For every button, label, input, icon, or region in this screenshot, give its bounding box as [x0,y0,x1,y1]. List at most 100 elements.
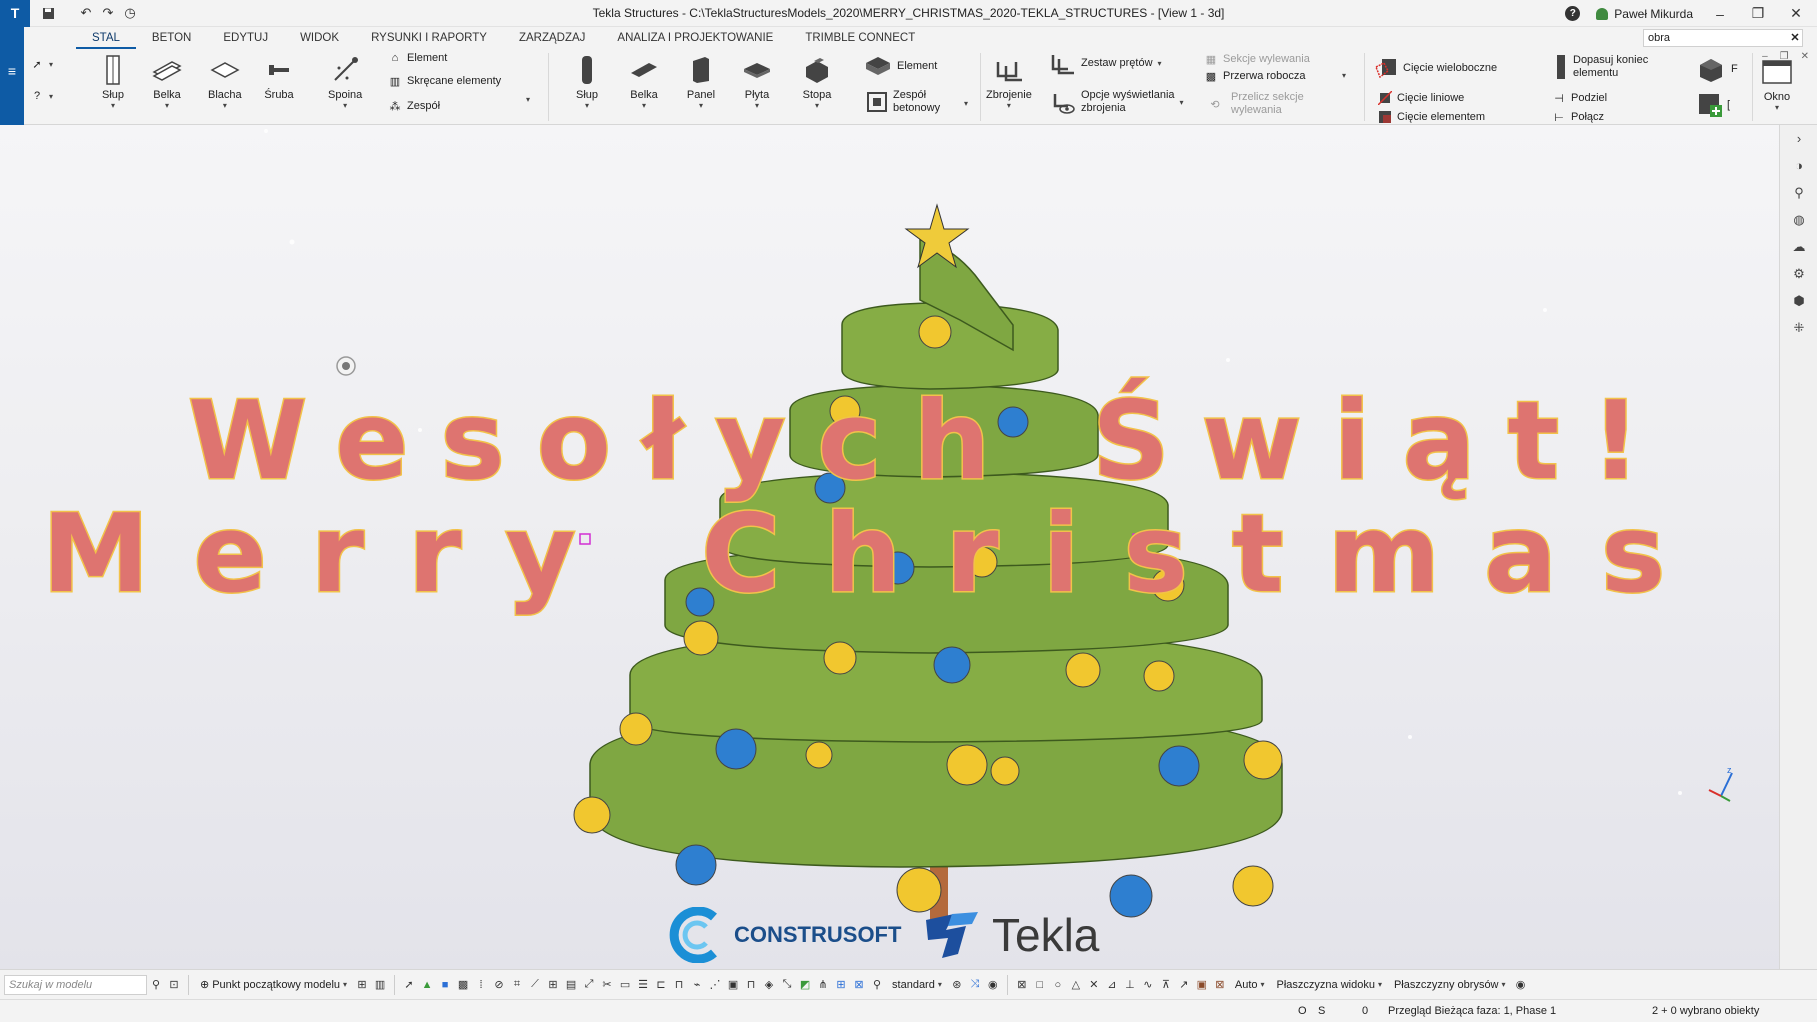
command-search-input[interactable]: obra ✕ [1643,29,1803,47]
snap-depth-select[interactable]: Auto ▾ [1229,979,1271,991]
steel-column-button[interactable]: Słup ▾ [98,55,128,110]
select-cuts-icon[interactable]: ⤢ [580,976,598,994]
view-eye-icon[interactable]: ◉ [1512,976,1530,994]
hamburger-icon[interactable]: ≡ [0,63,24,79]
model-search-input[interactable]: Szukaj w modelu [4,974,147,995]
snap-intersection-icon[interactable]: ✕ [1085,976,1103,994]
rebar-set-button[interactable]: Zestaw prętów ▾ [1050,51,1162,75]
select-details-icon[interactable]: ⊓ [670,976,688,994]
snap-override-icon[interactable]: ⤨ [966,976,984,994]
select-all-icon[interactable]: ➚ [400,976,418,994]
select-points-icon[interactable]: ⋰ [706,976,724,994]
snap-nearest-icon[interactable]: ∿ [1139,976,1157,994]
snap-perpendicular-icon[interactable]: ⊿ [1103,976,1121,994]
fit-part-end-button[interactable]: Dopasuj koniec elementu [1554,53,1648,81]
visibility-icon[interactable]: ◉ [984,976,1002,994]
close-button[interactable]: ✕ [1785,5,1807,22]
snap-center-icon[interactable]: ○ [1049,976,1067,994]
help-icon[interactable]: ? [1565,6,1581,21]
more-tools-a-button[interactable]: F [1696,55,1738,83]
snap-plane-icon[interactable]: ▥ [371,976,389,994]
restore-button[interactable]: ❐ [1747,5,1769,22]
doc-restore-button[interactable]: ❐ [1780,51,1789,62]
cloud-icon[interactable]: ☁ [1780,233,1817,260]
select-reference-icon[interactable]: ▤ [562,976,580,994]
model-origin-select[interactable]: ⊕ Punkt początkowy modelu ▾ [194,978,353,992]
select-components-icon[interactable]: ⊞ [544,976,562,994]
tab-analiza[interactable]: ANALIZA I PROJEKTOWANIE [601,27,789,49]
split-button[interactable]: ⊣ Podziel [1552,91,1607,105]
model-view-3d[interactable]: z Wesołych Świąt! Merry Christmas CONSTR… [0,125,1779,969]
pour-break-button[interactable]: ▩ Przerwa robocza [1204,69,1306,83]
bolted-parts-button[interactable]: ▥ Skręcane elementy [388,74,501,88]
line-cut-button[interactable]: Cięcie liniowe [1378,91,1464,105]
globe-icon[interactable]: ◍ [1780,206,1817,233]
part-cut-button[interactable]: Cięcie elementem [1378,110,1485,124]
doc-close-button[interactable]: ✕ [1801,51,1809,62]
snap-any-icon[interactable]: ⊼ [1157,976,1175,994]
cast-unit-button[interactable]: Zespół betonowy [866,89,940,115]
steel-part-button[interactable]: ⌂ Element [388,51,448,65]
snap-extension-icon[interactable]: ↗ [1175,976,1193,994]
tab-trimble-connect[interactable]: TRIMBLE CONNECT [789,27,931,49]
snap-settings-icon[interactable]: ⊛ [948,976,966,994]
user-account[interactable]: Paweł Mikurda [1596,7,1693,21]
settings-icon[interactable]: ⚙ [1780,260,1817,287]
object-cube-icon[interactable]: ⬢ [1780,287,1817,314]
window-button[interactable]: Okno ▾ [1762,57,1792,112]
tab-edytuj[interactable]: EDYTUJ [207,27,284,49]
tab-zarzadzaj[interactable]: ZARZĄDZAJ [503,27,601,49]
search-icon[interactable]: ⚲ [147,976,165,994]
pour-break-dropdown[interactable]: ▾ [1342,71,1346,80]
select-connections-icon[interactable]: ⊏ [652,976,670,994]
select-lines-icon[interactable]: ⟋ [526,976,544,994]
tekla-app-icon[interactable]: T [0,0,30,27]
select-grids-icon[interactable]: ⌗ [508,976,526,994]
snap-grid-icon[interactable]: ⊞ [353,976,371,994]
select-surfaces-icon[interactable]: ■ [436,976,454,994]
concrete-column-button[interactable]: Słup ▾ [572,55,602,110]
steel-assembly-button[interactable]: ⁂ Zespół [388,99,441,113]
concrete-part-button[interactable]: Element [864,55,937,77]
select-assemblies-icon[interactable]: ▭ [616,976,634,994]
snap-reference-icon[interactable]: ⊠ [1013,976,1031,994]
select-markers-icon[interactable]: ⋔ [814,976,832,994]
weld-button[interactable]: Spoina ▾ [328,55,362,110]
select-bolts-icon[interactable]: ⁞ [472,976,490,994]
concrete-beam-button[interactable]: Belka ▾ [629,55,659,110]
clear-search-icon[interactable]: ✕ [1788,30,1802,46]
more-tools-b-button[interactable]: [ [1698,93,1730,117]
steel-beam-button[interactable]: Belka ▾ [152,55,182,110]
save-icon[interactable] [40,5,56,21]
select-welds-icon[interactable]: ▩ [454,976,472,994]
select-rebars-icon[interactable]: ⊘ [490,976,508,994]
view-plane-select[interactable]: Płaszczyzna widoku ▾ [1271,979,1388,991]
doc-minimize-button[interactable]: – [1762,51,1768,62]
advanced-search-icon[interactable]: ⊡ [165,976,183,994]
tab-stal[interactable]: STAL [76,27,136,49]
bolt-button[interactable]: Śruba [264,55,294,101]
select-views-icon[interactable]: ◩ [796,976,814,994]
rebar-display-options-button[interactable]: Opcje wyświetlania zbrojenia ▾ [1052,89,1184,115]
model-search-icon[interactable]: ⚲ [1780,179,1817,206]
help-tool[interactable]: ? ▾ [30,89,53,103]
outline-planes-select[interactable]: Płaszczyzny obrysów ▾ [1388,979,1512,991]
cast-unit-dropdown[interactable]: ▾ [964,99,968,108]
select-loads-icon[interactable]: ⌁ [688,976,706,994]
redo-icon[interactable]: ↷ [100,5,116,21]
polygon-cut-button[interactable]: Cięcie wieloboczne [1374,57,1497,79]
recalculate-pour-button[interactable]: ⟲ Przelicz sekcje wylewania [1204,91,1303,117]
select-rebar-sets-icon[interactable]: ⊓ [742,976,760,994]
select-tool[interactable]: ➚ ▾ [30,57,53,71]
panel-button[interactable]: Panel ▾ [686,55,716,110]
select-analysis-icon[interactable]: ▣ [724,976,742,994]
select-ref-objects-icon[interactable]: ⊞ [832,976,850,994]
view-properties-icon[interactable]: ◑ [1780,152,1817,179]
footing-button[interactable]: Stopa ▾ [802,55,832,110]
tab-widok[interactable]: WIDOK [284,27,355,49]
expand-panel-icon[interactable]: › [1780,125,1817,152]
select-parts-icon[interactable]: ▲ [418,976,436,994]
tab-rysunki-i-raporty[interactable]: RYSUNKI I RAPORTY [355,27,503,49]
components-icon[interactable]: ⁜ [1780,314,1817,341]
select-groups-icon[interactable]: ⊠ [850,976,868,994]
